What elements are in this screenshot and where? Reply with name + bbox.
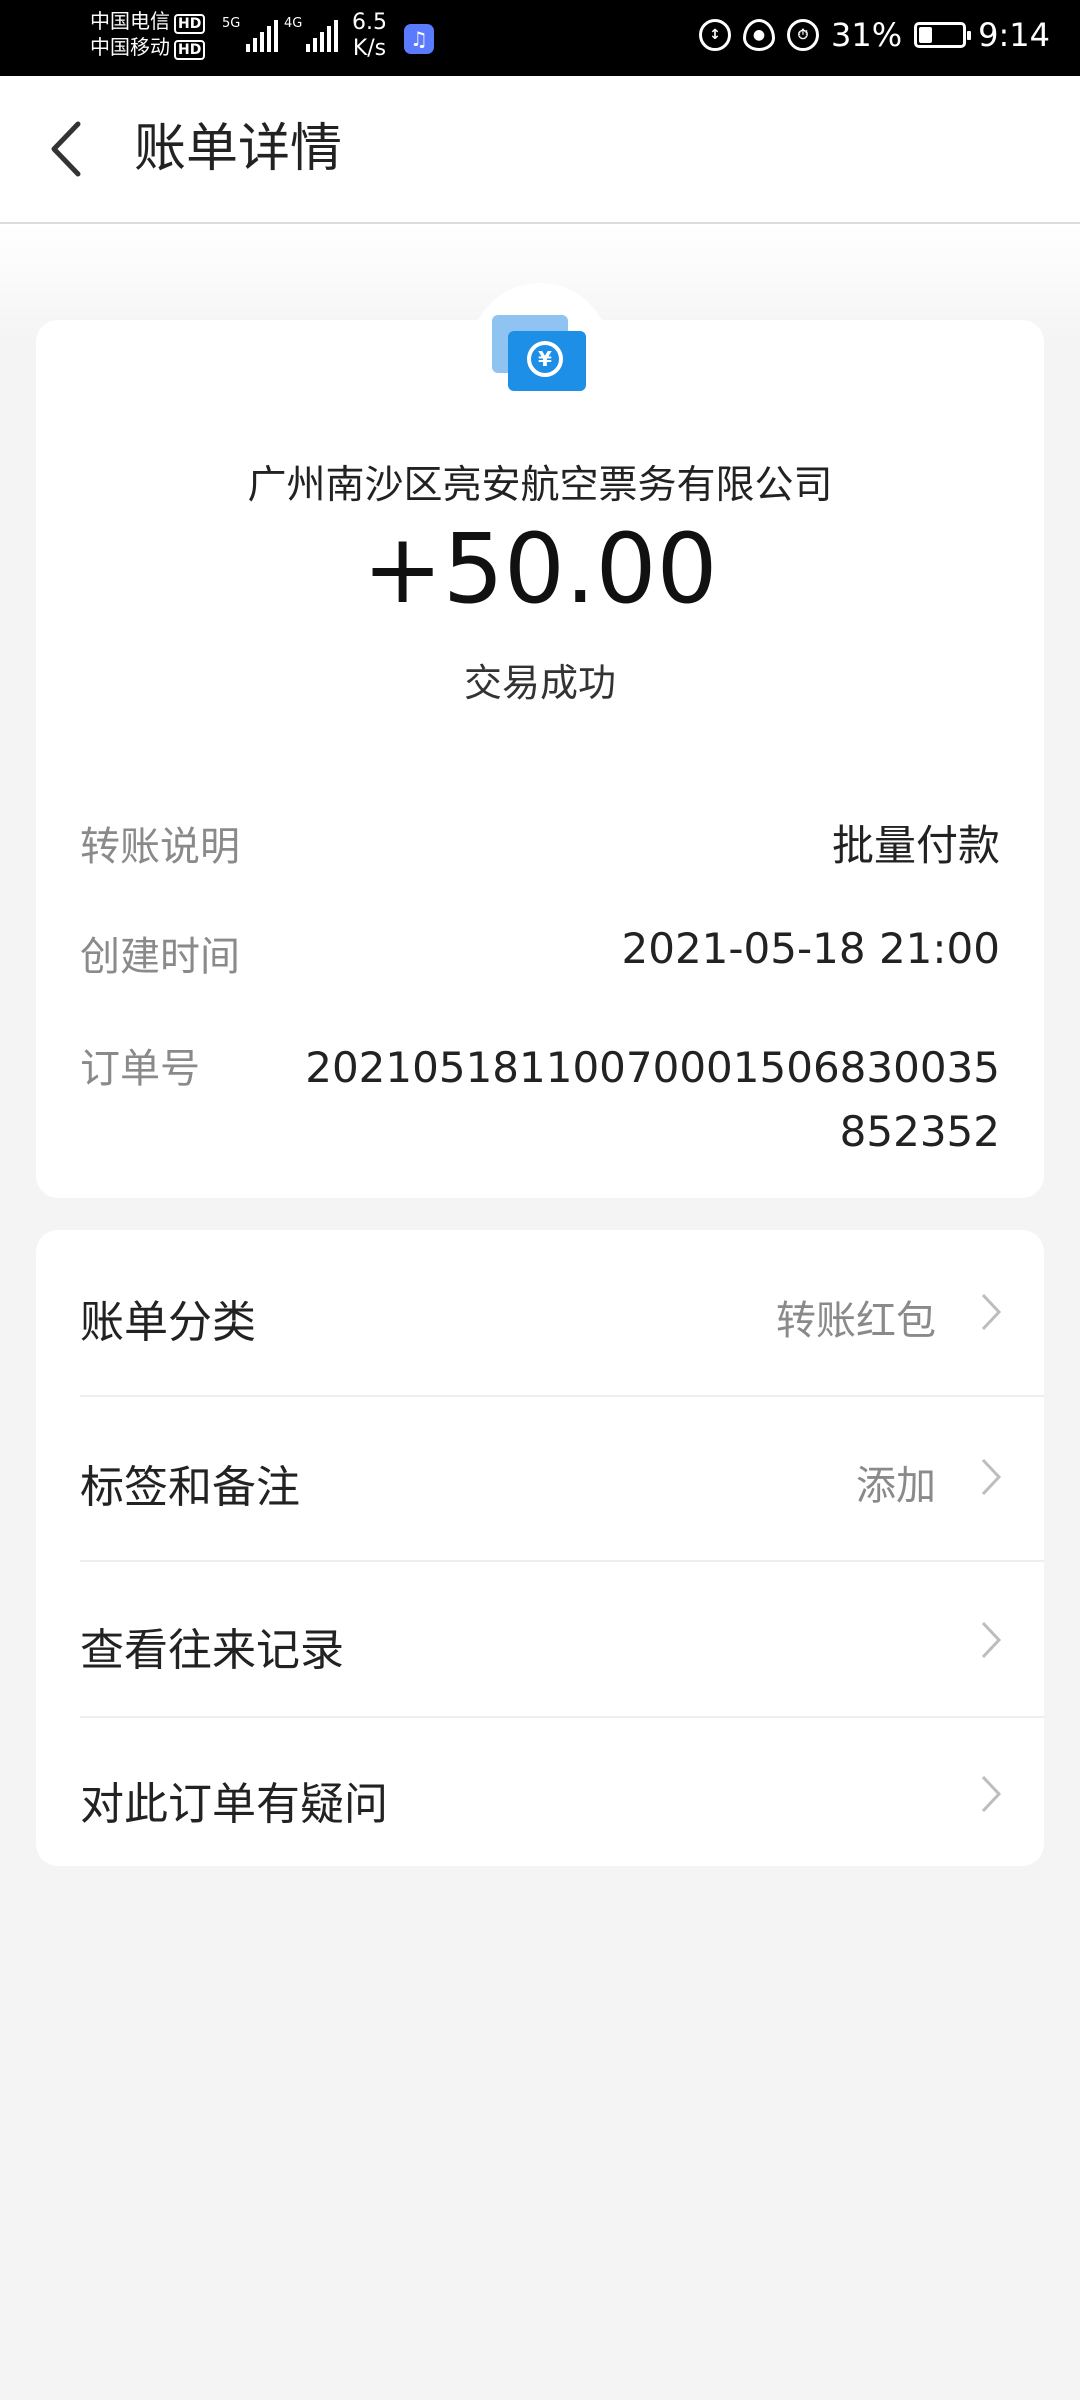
signal-icon [306, 18, 338, 52]
chevron-right-icon [981, 1775, 1002, 1813]
created-time-label: 创建时间 [80, 934, 240, 980]
menu-item-order-question[interactable]: 对此订单有疑问 [36, 1718, 1044, 1866]
note-value: 批量付款 [831, 821, 1000, 870]
chevron-right-icon [981, 1458, 1002, 1496]
menu-item-tags-notes[interactable]: 标签和备注 添加 [36, 1397, 1044, 1559]
data-saver-icon: ↕ [699, 19, 732, 51]
battery-icon [914, 22, 972, 48]
eye-comfort-icon: ● [743, 19, 776, 51]
clock: 9:14 [978, 16, 1050, 54]
carrier-2: 中国移动 [90, 35, 170, 59]
order-number-value: 20210518110070001506830035852352 [305, 1043, 1000, 1156]
network-type-2: 4G [284, 16, 303, 31]
created-time-value: 2021-05-18 21:00 [621, 924, 1000, 973]
status-right: ↕ ● ⏱ 31% 9:14 [699, 16, 1050, 54]
carrier-info: 中国电信 HD 中国移动 HD [90, 8, 206, 60]
menu-item-value: 添加 [856, 1463, 936, 1509]
alarm-icon: ⏱ [787, 19, 820, 51]
menu-item-value: 转账红包 [776, 1298, 936, 1344]
battery-percent: 31% [831, 16, 903, 54]
signal-icon [246, 18, 278, 52]
chevron-right-icon [981, 1293, 1002, 1331]
back-button[interactable] [36, 114, 96, 184]
order-number-label: 订单号 [80, 1046, 200, 1092]
transaction-status: 交易成功 [463, 661, 616, 705]
network-speed: 6.5 K/s [352, 10, 387, 61]
page-title: 账单详情 [134, 119, 343, 179]
menu-item-label: 对此订单有疑问 [80, 1779, 388, 1830]
back-arrow-icon [51, 121, 81, 177]
note-label: 转账说明 [80, 824, 240, 870]
chevron-right-icon [981, 1621, 1002, 1659]
carrier-1: 中国电信 [90, 9, 170, 33]
transaction-amount: +50.00 [362, 513, 718, 625]
menu-item-history[interactable]: 查看往来记录 [36, 1562, 1044, 1716]
music-app-icon: ♫ [404, 24, 434, 54]
app-header: 账单详情 [0, 76, 1080, 224]
status-bar: 中国电信 HD 中国移动 HD 5G 4G 6.5 K/s ♫ ↕ ● ⏱ 31% … [0, 0, 1080, 76]
menu-item-bill-category[interactable]: 账单分类 转账红包 [36, 1230, 1044, 1394]
menu-item-label: 标签和备注 [80, 1462, 300, 1513]
menu-item-label: 账单分类 [80, 1297, 256, 1348]
network-type-1: 5G [222, 16, 241, 31]
hd-badge: HD [174, 14, 206, 34]
hd-badge: HD [174, 40, 206, 60]
merchant-name: 广州南沙区亮安航空票务有限公司 [247, 463, 833, 508]
yuan-coin-icon: ¥ [527, 341, 563, 377]
menu-item-label: 查看往来记录 [80, 1625, 344, 1676]
